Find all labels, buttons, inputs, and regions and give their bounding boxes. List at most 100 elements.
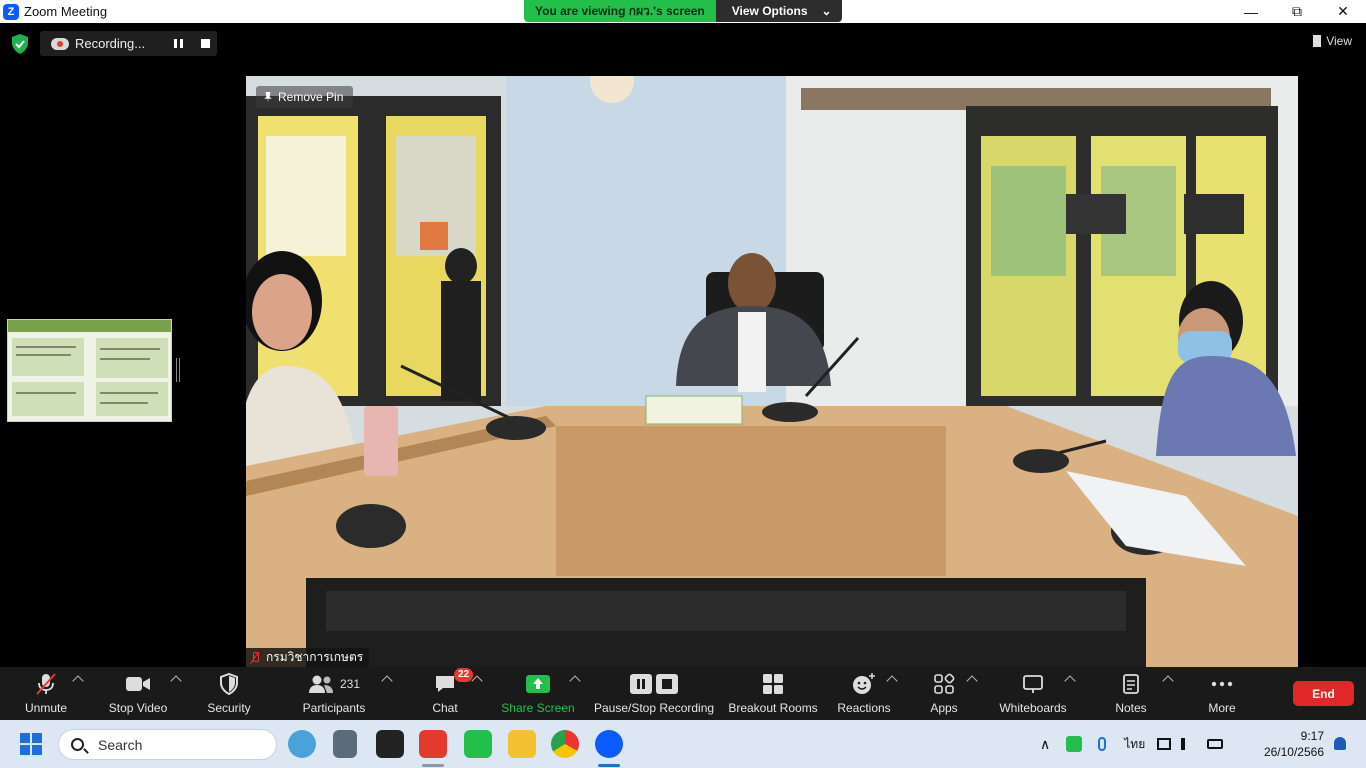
breakout-rooms-grid-icon	[762, 667, 784, 701]
file-explorer-icon[interactable]	[508, 730, 536, 758]
input-language[interactable]: ไทย	[1124, 735, 1145, 754]
shared-screen-thumbnail[interactable]	[7, 319, 172, 422]
notes-caret-icon[interactable]	[1162, 675, 1174, 687]
notes-icon	[1122, 667, 1140, 701]
chrome-icon[interactable]	[551, 730, 579, 758]
meeting-toolbar: Unmute Stop Video Security 231 Participa…	[0, 667, 1366, 720]
anydesk-running-indicator	[422, 764, 444, 767]
zoom-taskbar-icon[interactable]	[595, 730, 623, 758]
search-icon	[71, 738, 84, 751]
share-screen-button[interactable]: Share Screen	[500, 667, 576, 720]
reactions-button[interactable]: Reactions	[836, 667, 892, 720]
windows-start-icon[interactable]	[20, 733, 42, 755]
stop-video-label: Stop Video	[108, 701, 168, 715]
taskbar-search-box[interactable]: Search	[58, 729, 277, 760]
unmute-label: Unmute	[24, 701, 68, 715]
zoom-running-indicator	[598, 764, 620, 767]
apps-caret-icon[interactable]	[966, 675, 978, 687]
security-button[interactable]: Security	[205, 667, 253, 720]
pause-stop-recording-icon	[630, 667, 678, 701]
apps-label: Apps	[930, 701, 958, 715]
battery-icon[interactable]	[1207, 739, 1224, 749]
microphone-tray-icon[interactable]	[1098, 737, 1107, 751]
breakout-rooms-label: Breakout Rooms	[728, 701, 818, 715]
system-tray: ∧ ไทย	[1040, 720, 1224, 768]
line-app-icon[interactable]	[464, 730, 492, 758]
apps-icon	[933, 667, 955, 701]
pin-icon	[264, 91, 272, 103]
search-placeholder: Search	[98, 736, 143, 753]
whiteboards-button[interactable]: Whiteboards	[998, 667, 1068, 720]
cloud-recording-icon	[51, 37, 69, 50]
remove-pin-label: Remove Pin	[278, 90, 344, 104]
maximize-button[interactable]: ⧉	[1274, 0, 1320, 23]
viewing-screen-text: You are viewing กผว.'s screen	[524, 0, 716, 22]
notes-button[interactable]: Notes	[1112, 667, 1150, 720]
unmute-button[interactable]: Unmute	[20, 667, 72, 720]
close-button[interactable]: ✕	[1320, 0, 1366, 23]
pause-recording-icon[interactable]	[174, 39, 183, 48]
security-label: Security	[207, 701, 251, 715]
pinned-video: Remove Pin กรมวิชาการเกษตร	[246, 76, 1298, 667]
panel-resize-handle[interactable]	[176, 358, 180, 382]
speedometer-app-icon[interactable]	[376, 730, 404, 758]
remove-pin-button[interactable]: Remove Pin	[256, 86, 354, 108]
viewing-banner: You are viewing กผว.'s screen View Optio…	[524, 0, 842, 22]
reactions-smiley-icon	[852, 667, 876, 701]
muted-mic-icon	[250, 651, 260, 664]
reactions-label: Reactions	[837, 701, 891, 715]
chevron-down-icon: ⌄	[821, 4, 832, 18]
more-button[interactable]: More	[1202, 667, 1242, 720]
chat-bubble-icon: 22	[434, 667, 474, 701]
stop-video-button[interactable]: Stop Video	[106, 667, 170, 720]
stop-recording-icon[interactable]	[201, 39, 210, 48]
speaker-name: กรมวิชาการเกษตร	[266, 650, 364, 664]
window-controls: — ⧉ ✕	[1228, 0, 1366, 23]
notes-label: Notes	[1115, 701, 1147, 715]
muted-microphone-icon	[34, 667, 58, 701]
recording-indicator: Recording...	[40, 31, 217, 56]
weather-widget-icon[interactable]	[288, 730, 316, 758]
anydesk-icon[interactable]	[419, 730, 447, 758]
speaker-name-tag: กรมวิชาการเกษตร	[246, 648, 370, 667]
chat-button[interactable]: 22 Chat	[426, 667, 474, 720]
video-feed-meeting-room	[246, 76, 1298, 667]
minimize-button[interactable]: —	[1228, 0, 1274, 23]
apps-button[interactable]: Apps	[924, 667, 964, 720]
clock-time: 9:17	[1300, 729, 1324, 743]
participants-caret-icon[interactable]	[381, 675, 393, 687]
clock-date: 26/10/2566	[1263, 745, 1324, 759]
notification-bell-icon[interactable]	[1334, 737, 1346, 750]
chat-caret-icon[interactable]	[471, 675, 483, 687]
view-button-label: View	[1326, 34, 1352, 48]
chat-unread-badge: 22	[454, 668, 474, 682]
calculator-icon[interactable]	[333, 730, 357, 758]
security-shield-icon	[219, 667, 239, 701]
participants-button[interactable]: 231 Participants	[300, 667, 368, 720]
pause-stop-recording-button[interactable]: Pause/Stop Recording	[594, 667, 714, 720]
windows-taskbar: Search ∧ ไทย 9:17 26/10/2566	[0, 720, 1366, 768]
view-options-button[interactable]: View Options ⌄	[715, 0, 842, 22]
end-meeting-button[interactable]: End	[1293, 681, 1354, 706]
speaker-muted-icon[interactable]	[1181, 738, 1193, 750]
share-screen-label: Share Screen	[501, 701, 575, 715]
participants-count: 231	[339, 677, 361, 691]
network-icon[interactable]	[1157, 738, 1172, 750]
view-layout-icon	[1313, 35, 1322, 47]
participants-icon: 231	[308, 667, 360, 701]
recording-label: Recording...	[75, 36, 146, 51]
breakout-rooms-button[interactable]: Breakout Rooms	[728, 667, 818, 720]
encryption-shield-icon[interactable]	[11, 34, 29, 54]
view-button[interactable]: View	[1313, 34, 1352, 48]
zoom-logo-icon: Z	[3, 3, 19, 20]
pause-stop-recording-label: Pause/Stop Recording	[593, 701, 715, 715]
video-options-caret-icon[interactable]	[170, 675, 182, 687]
line-tray-icon[interactable]	[1066, 736, 1083, 752]
chat-label: Chat	[432, 701, 458, 715]
whiteboards-label: Whiteboards	[999, 701, 1067, 715]
participants-label: Participants	[302, 701, 366, 715]
taskbar-clock[interactable]: 9:17 26/10/2566	[1264, 728, 1324, 760]
tray-overflow-chevron-icon[interactable]: ∧	[1040, 736, 1050, 753]
audio-options-caret-icon[interactable]	[72, 675, 84, 687]
more-label: More	[1208, 701, 1236, 715]
